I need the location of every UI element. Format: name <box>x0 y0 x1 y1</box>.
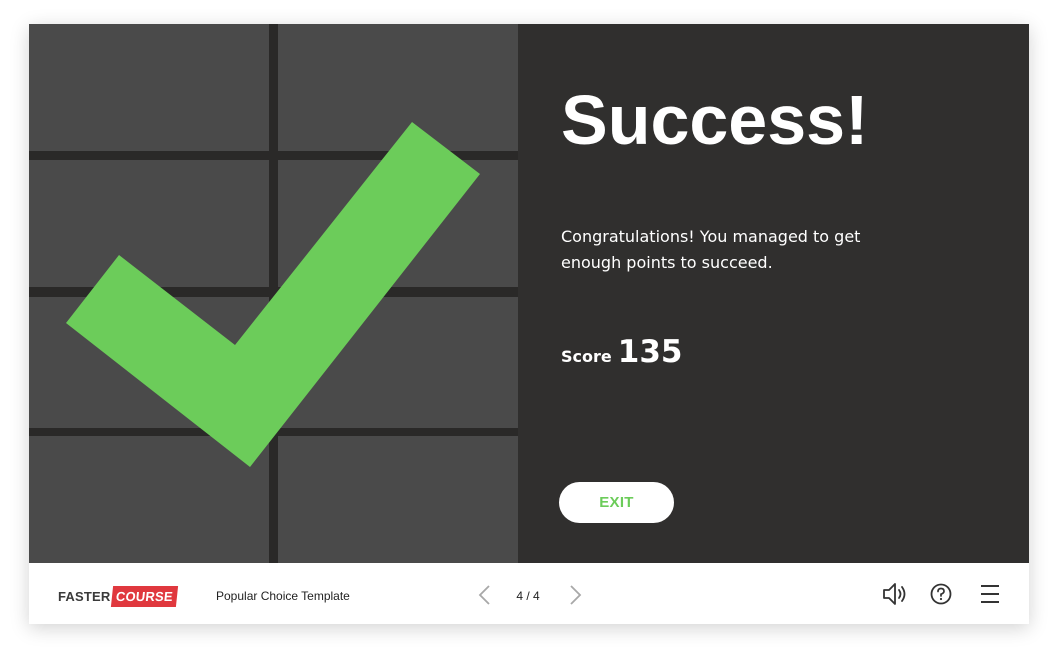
chevron-right-icon <box>570 585 582 605</box>
menu-button[interactable] <box>977 581 1003 607</box>
previous-slide-button[interactable] <box>474 583 496 607</box>
speaker-icon <box>883 583 906 605</box>
chevron-left-icon <box>478 585 490 605</box>
score-label: Score <box>561 347 612 366</box>
result-illustration <box>29 24 518 563</box>
page-counter: 4 / 4 <box>516 589 540 603</box>
next-slide-button[interactable] <box>564 583 586 607</box>
help-button[interactable] <box>928 581 954 607</box>
course-title: Popular Choice Template <box>216 589 350 603</box>
score-display: Score 135 <box>561 334 682 370</box>
exit-button[interactable]: EXIT <box>559 482 674 523</box>
result-title: Success! <box>561 81 869 159</box>
result-message: Congratulations! You managed to get enou… <box>561 227 861 272</box>
menu-icon <box>981 585 999 603</box>
logo-text-course: COURSE <box>111 585 179 607</box>
sound-button[interactable] <box>882 581 908 607</box>
course-player: Success! Congratulations! You managed to… <box>29 24 1029 624</box>
faster-course-logo: FASTER COURSE <box>58 585 179 607</box>
player-toolbar: FASTER COURSE Popular Choice Template 4 … <box>29 563 1029 624</box>
help-icon <box>930 583 952 605</box>
result-slide: Success! Congratulations! You managed to… <box>29 24 1029 563</box>
score-value: 135 <box>617 334 683 370</box>
checkmark-icon <box>66 122 480 467</box>
result-content: Success! Congratulations! You managed to… <box>518 24 1029 563</box>
logo-text-faster: FASTER <box>58 588 111 604</box>
